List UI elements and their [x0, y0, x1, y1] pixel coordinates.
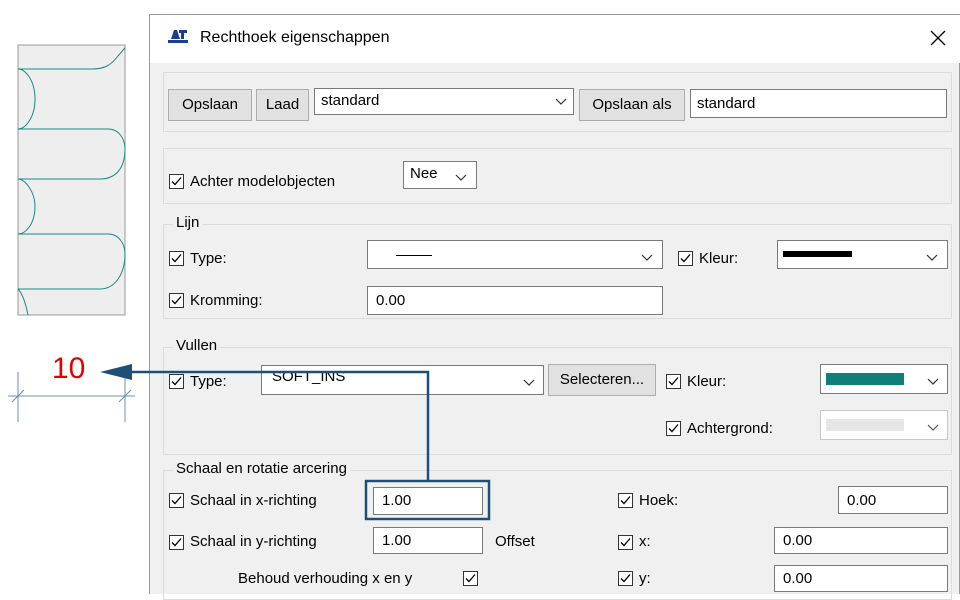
app-icon	[168, 30, 188, 43]
behind-value: Nee	[410, 165, 438, 182]
hatch-preview	[8, 44, 135, 422]
chevron-down-icon	[927, 424, 939, 431]
fill-background-select[interactable]	[820, 410, 948, 440]
scale-y-field[interactable]: 1.00	[373, 527, 483, 554]
offset-y-field[interactable]: 0.00	[774, 565, 948, 592]
line-style-preview	[396, 255, 432, 256]
fill-color-checkbox[interactable]	[666, 374, 681, 389]
line-color-swatch	[783, 251, 852, 257]
save-button[interactable]: Opslaan	[168, 89, 252, 121]
chevron-down-icon	[455, 174, 467, 181]
fill-color-swatch	[826, 373, 904, 385]
fill-color-label: Kleur:	[687, 373, 727, 390]
scale-x-field[interactable]: 1.00	[373, 487, 483, 515]
hatch-group-title: Schaal en rotatie arcering	[173, 460, 350, 477]
offset-y-checkbox[interactable]	[618, 571, 633, 586]
angle-field[interactable]: 0.00	[838, 486, 948, 514]
curve-field[interactable]: 0.00	[367, 286, 663, 315]
curve-value: 0.00	[376, 292, 406, 309]
line-type-select[interactable]	[367, 240, 663, 269]
behind-label: Achter modelobjecten	[190, 173, 336, 190]
angle-label: Hoek:	[639, 492, 679, 509]
fill-background-checkbox[interactable]	[666, 421, 681, 436]
curve-checkbox[interactable]	[169, 293, 184, 308]
fill-background-label: Achtergrond:	[687, 420, 773, 437]
behind-select[interactable]: Nee	[403, 161, 477, 189]
save-as-field[interactable]: standard	[690, 89, 947, 118]
scale-x-checkbox[interactable]	[169, 493, 184, 508]
scale-x-value: 1.00	[382, 492, 412, 509]
chevron-down-icon	[555, 98, 567, 105]
offset-y-label: y:	[639, 570, 651, 587]
scale-x-label: Schaal in x-richting	[190, 492, 317, 509]
line-color-checkbox[interactable]	[678, 251, 693, 266]
behind-checkbox[interactable]	[169, 174, 184, 189]
dialog-title: Rechthoek eigenschappen	[200, 29, 390, 46]
line-group-title: Lijn	[173, 214, 203, 231]
offset-y-value: 0.00	[783, 570, 813, 587]
offset-x-value: 0.00	[783, 532, 813, 549]
line-color-select[interactable]	[777, 240, 948, 269]
chevron-down-icon	[523, 379, 535, 386]
curve-label: Kromming:	[190, 292, 263, 309]
keep-ratio-label: Behoud verhouding x en y	[238, 570, 413, 587]
preset-select[interactable]: standard	[314, 88, 574, 115]
title-bar: Rechthoek eigenschappen	[150, 15, 960, 63]
close-icon[interactable]	[929, 29, 947, 47]
offset-x-field[interactable]: 0.00	[774, 527, 948, 554]
offset-x-label: x:	[639, 533, 651, 550]
fill-group-title: Vullen	[173, 337, 221, 354]
save-as-value: standard	[697, 95, 756, 112]
scale-y-label: Schaal in y-richting	[190, 533, 317, 550]
fill-type-select[interactable]: SOFT_INS	[261, 365, 544, 395]
line-type-label: Type:	[190, 250, 227, 267]
offset-x-checkbox[interactable]	[618, 535, 633, 550]
preset-value: standard	[321, 92, 380, 109]
angle-value: 0.00	[847, 492, 877, 509]
fill-color-select[interactable]	[820, 364, 948, 394]
line-color-label: Kleur:	[699, 250, 739, 267]
fill-type-label: Type:	[190, 373, 227, 390]
fill-background-swatch	[826, 419, 904, 431]
callout-label: 10	[52, 352, 86, 385]
save-as-button[interactable]: Opslaan als	[579, 89, 685, 121]
scale-y-checkbox[interactable]	[169, 535, 184, 550]
select-hatch-button[interactable]: Selecteren...	[548, 364, 656, 396]
fill-type-value: SOFT_INS	[272, 368, 346, 385]
fill-type-checkbox[interactable]	[169, 374, 184, 389]
keep-ratio-checkbox[interactable]	[463, 571, 478, 586]
angle-checkbox[interactable]	[618, 493, 633, 508]
chevron-down-icon	[927, 378, 939, 385]
scale-y-value: 1.00	[382, 532, 412, 549]
chevron-down-icon	[926, 254, 938, 261]
line-type-checkbox[interactable]	[169, 251, 184, 266]
offset-label: Offset	[495, 533, 535, 550]
chevron-down-icon	[641, 254, 653, 261]
load-button[interactable]: Laad	[256, 89, 309, 121]
